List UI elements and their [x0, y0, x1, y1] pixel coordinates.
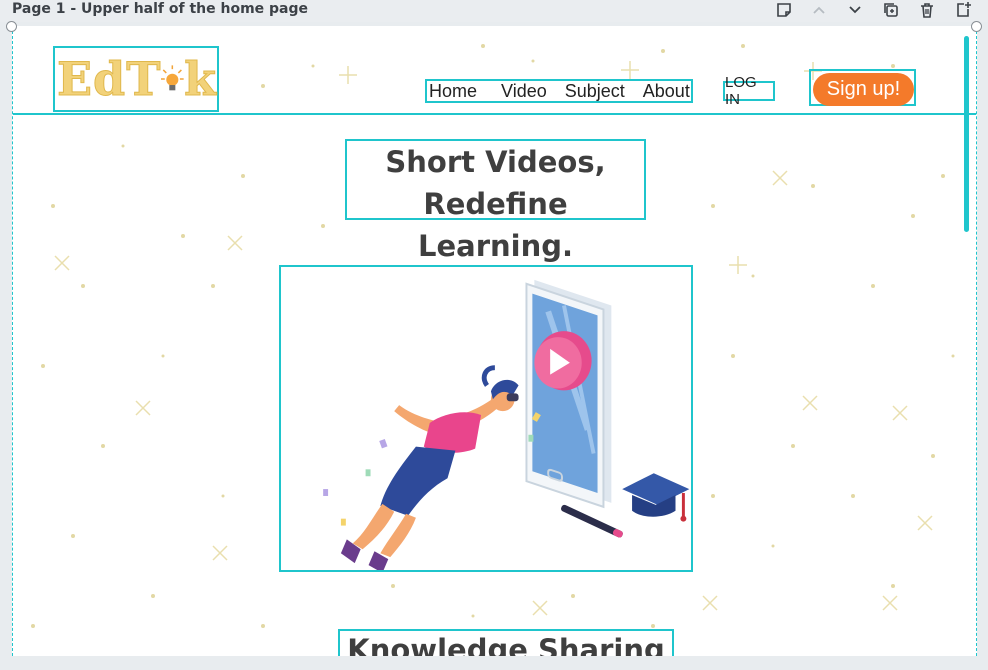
headline-line-1: Short Videos,: [385, 145, 606, 179]
trash-icon[interactable]: [917, 0, 937, 20]
headline-line-2: Redefine Learning.: [417, 187, 574, 263]
editor-toolbar: Page 1 - Upper half of the home page: [0, 0, 988, 22]
logo-text-end: k: [184, 52, 217, 107]
learning-illustration: [323, 279, 690, 573]
nav-subject[interactable]: Subject: [565, 81, 625, 102]
design-canvas[interactable]: EdT k Home Video Subject About LOG IN Si…: [12, 26, 977, 656]
resize-handle-top-left[interactable]: [6, 21, 17, 32]
hero-headline[interactable]: Short Videos, Redefine Learning.: [345, 139, 646, 263]
vertical-scrollbar[interactable]: [964, 36, 969, 232]
duplicate-page-icon[interactable]: [881, 0, 901, 20]
chevron-down-icon[interactable]: [845, 0, 865, 20]
nav-home[interactable]: Home: [429, 81, 477, 102]
signup-button-frame[interactable]: Sign up!: [809, 69, 916, 106]
resize-handle-top-right[interactable]: [971, 21, 982, 32]
hero-illustration[interactable]: [279, 265, 693, 573]
login-link[interactable]: LOG IN: [723, 74, 775, 108]
logo[interactable]: EdT k: [53, 46, 219, 112]
add-page-icon[interactable]: [953, 0, 973, 20]
nav-about[interactable]: About: [643, 81, 690, 102]
main-nav: Home Video Subject About: [425, 79, 693, 103]
header-divider: [13, 113, 976, 115]
page-title: Page 1 - Upper half of the home page: [12, 1, 309, 17]
note-icon[interactable]: [774, 0, 794, 20]
lightbulb-icon: [161, 65, 185, 91]
chevron-up-icon[interactable]: [809, 0, 829, 20]
logo-text: EdT: [56, 52, 162, 107]
section-heading[interactable]: Knowledge Sharing: [338, 629, 674, 656]
editor-bottom-strip: [0, 656, 988, 670]
nav-video[interactable]: Video: [501, 81, 547, 102]
signup-button[interactable]: Sign up!: [813, 73, 914, 106]
